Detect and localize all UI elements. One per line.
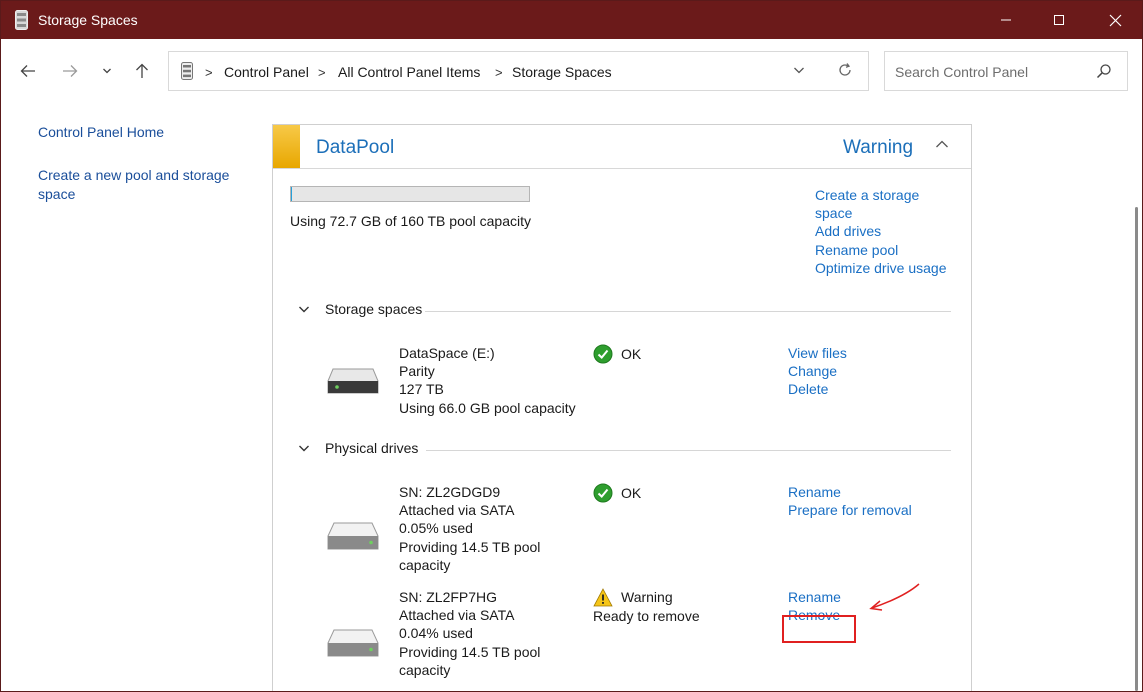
drive-actions: Rename Prepare for removal bbox=[788, 483, 912, 519]
storage-space-size: 127 TB bbox=[399, 381, 444, 398]
rename-pool-link[interactable]: Rename pool bbox=[815, 241, 965, 259]
status-detail: Ready to remove bbox=[593, 608, 700, 624]
hard-drive-icon bbox=[327, 522, 379, 550]
window-title: Storage Spaces bbox=[38, 12, 138, 28]
storage-space-resiliency: Parity bbox=[399, 363, 435, 380]
title-bar: Storage Spaces bbox=[1, 1, 1142, 39]
warning-accent-bar bbox=[273, 125, 300, 168]
search-icon[interactable] bbox=[1096, 63, 1112, 79]
view-files-link[interactable]: View files bbox=[788, 344, 847, 362]
drive-used: 0.04% used bbox=[399, 625, 473, 642]
section-divider bbox=[425, 311, 951, 312]
forward-arrow-icon bbox=[63, 65, 78, 77]
physical-drives-section-header[interactable]: Physical drives bbox=[298, 440, 951, 460]
drive-used: 0.05% used bbox=[399, 520, 473, 537]
drive-serial: SN: ZL2GDGD9 bbox=[399, 484, 501, 500]
search-input[interactable] bbox=[893, 61, 1087, 83]
drive-info: SN: ZL2GDGD9 Attached via SATA 0.05% use… bbox=[399, 483, 549, 574]
storage-app-icon bbox=[15, 10, 28, 30]
forward-button[interactable] bbox=[60, 61, 80, 81]
status-text: OK bbox=[621, 345, 642, 362]
storage-spaces-section-header[interactable]: Storage spaces bbox=[298, 301, 951, 321]
refresh-icon[interactable] bbox=[837, 62, 853, 78]
close-button[interactable] bbox=[1092, 1, 1138, 39]
hard-drive-icon bbox=[327, 629, 379, 657]
section-label: Physical drives bbox=[325, 440, 419, 456]
back-button[interactable] bbox=[18, 61, 38, 81]
storage-space-status: OK bbox=[593, 344, 641, 364]
storage-space-actions: View files Change Delete bbox=[788, 344, 847, 399]
ok-check-icon bbox=[593, 483, 613, 503]
maximize-icon bbox=[1054, 15, 1064, 25]
control-panel-home-link[interactable]: Control Panel Home bbox=[38, 123, 164, 142]
create-storage-space-link[interactable]: Create a storage space bbox=[815, 186, 930, 222]
drive-capacity: Providing 14.5 TB pool capacity bbox=[399, 643, 541, 678]
maximize-button[interactable] bbox=[1036, 1, 1082, 39]
storage-space-usage: Using 66.0 GB pool capacity bbox=[399, 399, 576, 416]
section-divider bbox=[426, 450, 951, 451]
status-text: OK bbox=[621, 484, 642, 501]
drive-connection: Attached via SATA bbox=[399, 607, 515, 624]
drive-status: OK bbox=[593, 483, 641, 503]
storage-space-name: DataSpace (E:) bbox=[399, 345, 495, 361]
close-icon bbox=[1109, 14, 1121, 26]
pool-status: Warning bbox=[843, 137, 914, 158]
chevron-down-icon bbox=[103, 68, 111, 74]
prepare-for-removal-link[interactable]: Prepare for removal bbox=[788, 501, 912, 519]
chevron-up-icon[interactable] bbox=[935, 139, 949, 149]
delete-link[interactable]: Delete bbox=[788, 380, 847, 398]
pool-name: DataPool bbox=[316, 137, 395, 158]
breadcrumb-separator-icon: > bbox=[205, 65, 213, 80]
ok-check-icon bbox=[593, 344, 613, 364]
section-label: Storage spaces bbox=[325, 301, 423, 317]
pool-header[interactable]: DataPool Warning bbox=[273, 125, 971, 169]
address-bar[interactable]: > Control Panel > All Control Panel Item… bbox=[168, 51, 869, 91]
rename-drive-link[interactable]: Rename bbox=[788, 483, 912, 501]
recent-locations-button[interactable] bbox=[97, 61, 117, 81]
breadcrumb-control-panel[interactable]: Control Panel bbox=[224, 64, 309, 80]
drive-status: Warning Ready to remove bbox=[593, 588, 700, 625]
pool-capacity-bar bbox=[290, 186, 530, 202]
search-box[interactable] bbox=[884, 51, 1128, 91]
create-pool-link[interactable]: Create a new pool and storage space bbox=[38, 166, 243, 204]
remove-highlight-box bbox=[782, 615, 856, 643]
optimize-drive-usage-link[interactable]: Optimize drive usage bbox=[815, 259, 965, 277]
chevron-down-icon[interactable] bbox=[298, 444, 310, 453]
breadcrumb-separator-icon[interactable]: > bbox=[495, 65, 503, 80]
annotation-arrow-icon bbox=[869, 583, 920, 611]
scrollbar-thumb[interactable] bbox=[1135, 207, 1138, 691]
storage-space-info: DataSpace (E:) Parity 127 TB Using 66.0 … bbox=[399, 344, 576, 417]
up-button[interactable] bbox=[132, 61, 152, 81]
address-dropdown-icon[interactable] bbox=[793, 64, 805, 76]
breadcrumb-separator-icon[interactable]: > bbox=[318, 65, 326, 80]
back-arrow-icon bbox=[20, 65, 35, 77]
chevron-down-icon[interactable] bbox=[298, 305, 310, 314]
storage-spaces-window: Storage Spaces > Control Panel > All Con… bbox=[0, 0, 1143, 692]
add-drives-link[interactable]: Add drives bbox=[815, 222, 965, 240]
minimize-icon bbox=[1001, 19, 1011, 21]
drive-connection: Attached via SATA bbox=[399, 502, 515, 519]
up-arrow-icon bbox=[136, 63, 148, 78]
drive-info: SN: ZL2FP7HG Attached via SATA 0.04% use… bbox=[399, 588, 549, 679]
virtual-drive-icon bbox=[327, 368, 379, 394]
breadcrumb-all-items[interactable]: All Control Panel Items bbox=[338, 64, 480, 80]
minimize-button[interactable] bbox=[983, 1, 1029, 39]
drive-capacity: Providing 14.5 TB pool capacity bbox=[399, 538, 541, 573]
navigation-bar: > Control Panel > All Control Panel Item… bbox=[1, 39, 1142, 105]
change-link[interactable]: Change bbox=[788, 362, 847, 380]
storage-location-icon bbox=[181, 62, 193, 80]
status-text: Warning bbox=[621, 589, 673, 606]
warning-triangle-icon bbox=[593, 588, 613, 607]
pool-actions: Create a storage space Add drives Rename… bbox=[815, 186, 965, 277]
breadcrumb-storage-spaces[interactable]: Storage Spaces bbox=[512, 64, 612, 80]
pool-usage-text: Using 72.7 GB of 160 TB pool capacity bbox=[290, 213, 531, 229]
rename-drive-link[interactable]: Rename bbox=[788, 588, 841, 606]
drive-serial: SN: ZL2FP7HG bbox=[399, 589, 498, 605]
